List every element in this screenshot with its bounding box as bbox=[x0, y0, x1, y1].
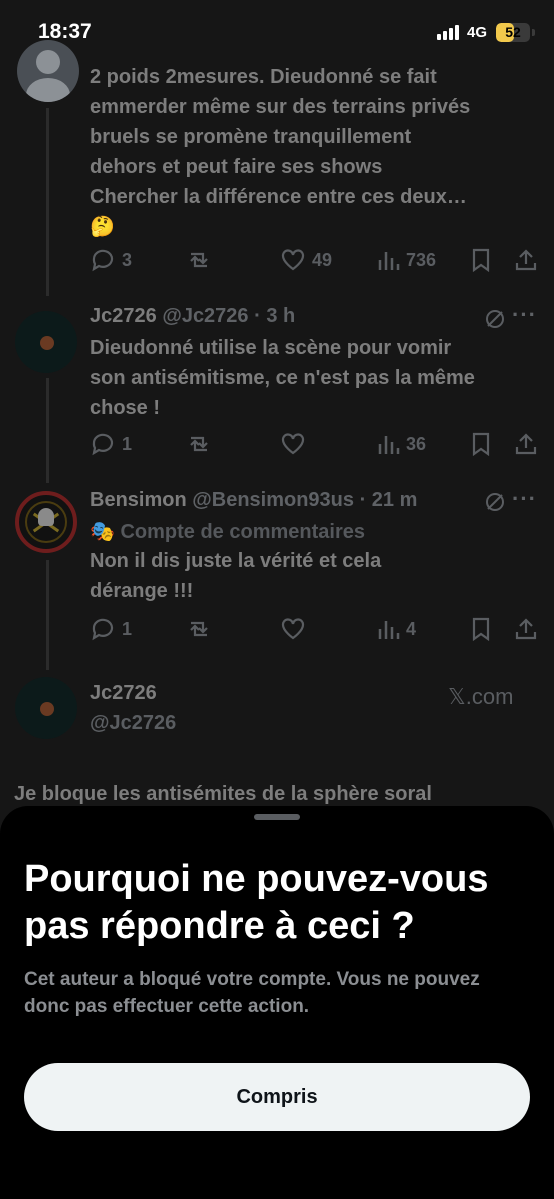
reply-icon bbox=[92, 433, 114, 456]
share-button[interactable] bbox=[514, 248, 538, 272]
share-icon bbox=[515, 618, 537, 640]
tweet-text: Non il dis juste la vérité et cela déran… bbox=[90, 550, 382, 602]
embed-author-name: Jc2726 bbox=[90, 682, 157, 704]
signal-icon bbox=[437, 25, 459, 40]
tweet-author[interactable]: Jc2726 @Jc2726 · 3 h bbox=[90, 305, 295, 328]
sheet-title: Pourquoi ne pouvez-vous pas répondre à c… bbox=[24, 858, 489, 947]
battery-percent: 52 bbox=[505, 24, 521, 40]
reply-button[interactable]: 1 bbox=[90, 432, 132, 456]
compris-button[interactable]: Compris bbox=[24, 1063, 530, 1131]
views-button[interactable]: 4 bbox=[376, 617, 416, 641]
heart-icon bbox=[281, 433, 305, 455]
reply-count: 1 bbox=[122, 618, 133, 639]
like-button[interactable]: 49 bbox=[280, 248, 332, 272]
tweet-text: Dieudonné utilise la scène pour vomir so… bbox=[90, 337, 475, 419]
share-button[interactable] bbox=[514, 432, 538, 456]
bookmark-icon bbox=[472, 617, 490, 641]
bookmark-icon bbox=[472, 432, 490, 456]
author-name: Jc2726 bbox=[90, 305, 157, 327]
avatar[interactable] bbox=[15, 311, 77, 373]
sheet-grabber[interactable] bbox=[254, 814, 300, 820]
bookmark-button[interactable] bbox=[470, 432, 492, 456]
network-type: 4G bbox=[467, 24, 488, 41]
like-button[interactable] bbox=[280, 432, 306, 456]
grok-icon[interactable] bbox=[484, 308, 506, 330]
tweet-actions: 1 36 bbox=[90, 432, 540, 458]
avatar[interactable] bbox=[17, 40, 79, 102]
bookmark-button[interactable] bbox=[470, 617, 492, 641]
retweet-icon bbox=[190, 436, 208, 452]
sheet-description: Cet auteur a bloqué votre compte. Vous n… bbox=[24, 969, 480, 1017]
grok-icon[interactable] bbox=[484, 491, 506, 513]
avatar[interactable] bbox=[15, 677, 77, 739]
bookmark-icon bbox=[472, 248, 490, 272]
more-icon[interactable]: ··· bbox=[512, 486, 537, 512]
tweet-text: 2 poids 2mesures. Dieudonné se fait emme… bbox=[90, 66, 471, 238]
avatar[interactable] bbox=[15, 491, 77, 553]
blocked-bottom-sheet: Pourquoi ne pouvez-vous pas répondre à c… bbox=[0, 806, 554, 1199]
reply-count: 3 bbox=[122, 249, 133, 270]
views-button[interactable]: 736 bbox=[376, 248, 436, 272]
reply-icon bbox=[92, 618, 114, 641]
retweet-button[interactable] bbox=[186, 617, 212, 641]
author-handle: @Bensimon93us bbox=[192, 489, 355, 511]
share-icon bbox=[515, 249, 537, 271]
battery-tip bbox=[532, 29, 535, 36]
reply-count: 1 bbox=[122, 433, 133, 454]
tweet-actions: 3 49 736 bbox=[90, 248, 540, 274]
reply-button[interactable]: 3 bbox=[90, 248, 132, 272]
reply-icon bbox=[92, 249, 114, 272]
retweet-icon bbox=[190, 252, 208, 268]
x-logo-icon: 𝕏.com bbox=[448, 684, 514, 709]
views-icon bbox=[378, 621, 400, 639]
tweet-actions: 1 4 bbox=[90, 617, 540, 643]
reply-button[interactable]: 1 bbox=[90, 617, 132, 641]
like-button[interactable] bbox=[280, 617, 306, 641]
thread-line bbox=[46, 108, 49, 296]
thread-line bbox=[46, 378, 49, 483]
views-icon bbox=[378, 252, 400, 270]
more-icon[interactable]: ··· bbox=[512, 302, 537, 328]
share-button[interactable] bbox=[514, 617, 538, 641]
author-handle: @Jc2726 bbox=[162, 305, 249, 327]
heart-icon bbox=[281, 249, 305, 271]
like-count: 49 bbox=[312, 249, 333, 270]
embed-text: Je bloque les antisémites de la sphère s… bbox=[14, 783, 432, 805]
retweet-icon bbox=[190, 621, 208, 637]
share-icon bbox=[515, 433, 537, 455]
views-count: 4 bbox=[406, 618, 417, 639]
views-count: 36 bbox=[406, 433, 427, 454]
author-name: Bensimon bbox=[90, 489, 187, 511]
heart-icon bbox=[281, 618, 305, 640]
tweet-time: · 21 m bbox=[359, 489, 418, 511]
retweet-button[interactable] bbox=[186, 248, 212, 272]
tweet-time: · 3 h bbox=[254, 305, 296, 327]
tweet-author[interactable]: Bensimon @Bensimon93us · 21 m bbox=[90, 489, 417, 512]
battery-icon: 52 bbox=[496, 23, 530, 42]
views-icon bbox=[378, 436, 400, 454]
views-count: 736 bbox=[406, 249, 437, 270]
thread-line bbox=[46, 560, 49, 670]
bookmark-button[interactable] bbox=[470, 248, 492, 272]
status-bar: 18:37 4G 52 bbox=[0, 0, 554, 64]
embed-author-handle: @Jc2726 bbox=[90, 712, 177, 734]
retweet-button[interactable] bbox=[186, 432, 212, 456]
views-button[interactable]: 36 bbox=[376, 432, 426, 456]
community-label: 🎭 Compte de commentaires bbox=[90, 521, 365, 543]
